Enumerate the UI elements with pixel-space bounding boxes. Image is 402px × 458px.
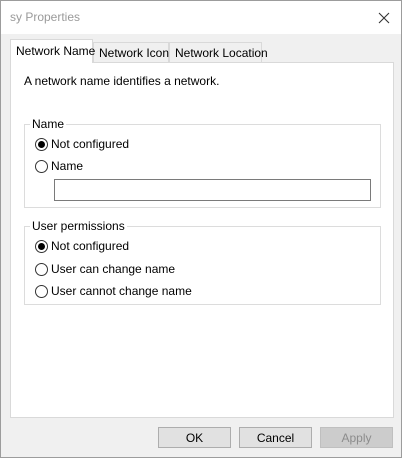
tab-network-icon[interactable]: Network Icon (93, 42, 169, 63)
option-label: Not configured (51, 137, 130, 151)
close-icon (378, 12, 390, 23)
user-cannot-change-name-option[interactable]: User cannot change name (35, 284, 192, 298)
tab-panel: A network name identifies a network. Nam… (10, 62, 394, 418)
name-group: Name Not configured Name (24, 117, 381, 208)
apply-button[interactable]: Apply (320, 427, 393, 448)
properties-dialog: sy Properties Network Name Network Icon … (0, 0, 402, 458)
radio-button[interactable] (35, 239, 48, 253)
name-input[interactable] (54, 179, 371, 201)
option-label: User can change name (51, 262, 176, 276)
cancel-button[interactable]: Cancel (239, 427, 312, 448)
option-label: Name (51, 159, 84, 173)
user-permissions-group-legend: User permissions (30, 219, 127, 233)
tab-network-location[interactable]: Network Location (169, 42, 268, 63)
tab-label: Network Name (16, 44, 96, 58)
radio-button[interactable] (35, 159, 48, 173)
option-label: Not configured (51, 239, 130, 253)
radio-button[interactable] (35, 284, 48, 298)
name-not-configured-option[interactable]: Not configured (35, 137, 129, 151)
radio-button[interactable] (35, 137, 48, 151)
window-title: sy Properties (10, 10, 81, 24)
tab-label: Network Icon (99, 46, 170, 60)
user-can-change-name-option[interactable]: User can change name (35, 262, 175, 276)
user-permissions-group: User permissions Not configured User can… (24, 219, 381, 305)
title-bar: sy Properties (1, 1, 401, 34)
option-label: User cannot change name (51, 284, 192, 298)
radio-button[interactable] (35, 262, 48, 276)
close-button[interactable] (367, 1, 401, 34)
permissions-not-configured-option[interactable]: Not configured (35, 239, 129, 253)
tab-label: Network Location (175, 46, 268, 60)
name-group-legend: Name (30, 117, 67, 131)
tab-network-name[interactable]: Network Name (10, 39, 96, 63)
name-option[interactable]: Name (35, 159, 83, 173)
ok-button[interactable]: OK (158, 427, 231, 448)
description-text: A network name identifies a network. (24, 74, 220, 88)
